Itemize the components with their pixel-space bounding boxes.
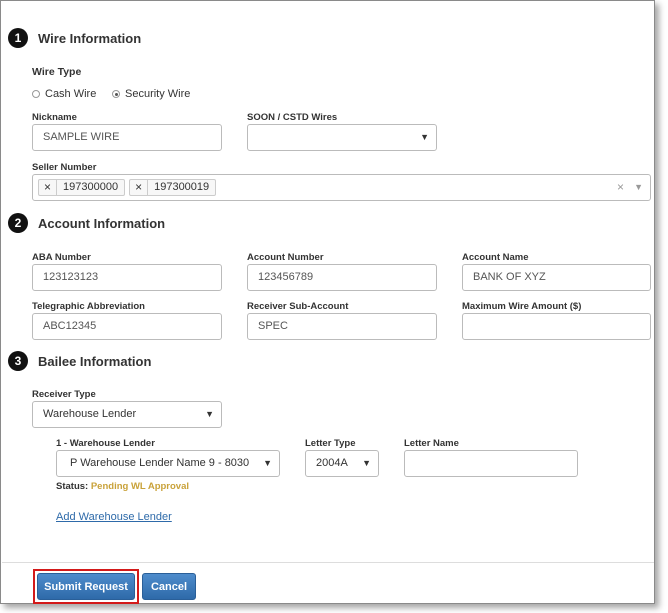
account-number-label: Account Number <box>247 252 324 263</box>
warehouse-lender-select[interactable]: P Warehouse Lender Name 9 - 8030 ▼ <box>56 450 280 477</box>
wire-form-panel: 1 Wire Information Wire Type Cash Wire S… <box>0 0 655 604</box>
clear-all-icon[interactable]: × <box>617 175 624 200</box>
account-number-input[interactable]: 123456789 <box>247 264 437 291</box>
cash-wire-radio-option[interactable]: Cash Wire <box>32 88 96 100</box>
warehouse-lender-value: P Warehouse Lender Name 9 - 8030 <box>70 457 250 469</box>
security-wire-radio[interactable] <box>112 90 120 98</box>
letter-type-label: Letter Type <box>305 438 356 449</box>
receiver-type-value: Warehouse Lender <box>43 408 137 420</box>
footer-divider <box>2 562 654 563</box>
seller-number-tag-text: 197300019 <box>154 181 210 193</box>
cash-wire-radio[interactable] <box>32 90 40 98</box>
receiver-type-label: Receiver Type <box>32 389 96 400</box>
wire-type-label: Wire Type <box>32 66 82 78</box>
letter-name-label: Letter Name <box>404 438 459 449</box>
chevron-down-icon: ▼ <box>362 458 371 468</box>
telegraphic-abbreviation-input[interactable]: ABC12345 <box>32 313 222 340</box>
warehouse-lender-label: 1 - Warehouse Lender <box>56 438 155 449</box>
section-2-title: Account Information <box>38 216 166 231</box>
remove-tag-icon[interactable]: × <box>39 180 58 195</box>
cancel-button[interactable]: Cancel <box>142 573 196 600</box>
account-name-label: Account Name <box>462 252 529 263</box>
chevron-down-icon: ▼ <box>263 458 272 468</box>
add-warehouse-lender-link[interactable]: Add Warehouse Lender <box>56 511 172 523</box>
letter-type-select[interactable]: 2004A ▼ <box>305 450 379 477</box>
status-line: Status: Pending WL Approval <box>56 481 189 492</box>
receiver-sub-account-label: Receiver Sub-Account <box>247 301 349 312</box>
security-wire-label: Security Wire <box>125 88 191 100</box>
nickname-label: Nickname <box>32 112 77 123</box>
seller-number-multiselect[interactable]: × 197300000 × 197300019 × ▼ <box>32 174 651 201</box>
remove-tag-icon[interactable]: × <box>130 180 149 195</box>
aba-number-label: ABA Number <box>32 252 91 263</box>
telegraphic-abbreviation-label: Telegraphic Abbreviation <box>32 301 145 312</box>
cash-wire-label: Cash Wire <box>45 88 97 100</box>
seller-number-tag-text: 197300000 <box>63 181 119 193</box>
receiver-sub-account-input[interactable]: SPEC <box>247 313 437 340</box>
seller-number-tag: × 197300000 <box>38 179 126 196</box>
max-wire-amount-label: Maximum Wire Amount ($) <box>462 301 582 312</box>
section-1-number: 1 <box>8 28 28 48</box>
section-3-number: 3 <box>8 351 28 371</box>
security-wire-radio-option[interactable]: Security Wire <box>112 88 190 100</box>
section-2-number: 2 <box>8 213 28 233</box>
status-badge: Pending WL Approval <box>90 481 190 492</box>
soon-cstd-select[interactable]: ▼ <box>247 124 437 151</box>
chevron-down-icon[interactable]: ▼ <box>634 175 643 200</box>
chevron-down-icon: ▼ <box>205 409 214 419</box>
section-1-title: Wire Information <box>38 31 142 46</box>
receiver-type-select[interactable]: Warehouse Lender ▼ <box>32 401 222 428</box>
section-3-title: Bailee Information <box>38 354 152 369</box>
letter-type-value: 2004A <box>316 457 348 469</box>
seller-number-tag: × 197300019 <box>129 179 217 196</box>
account-name-input[interactable]: BANK OF XYZ <box>462 264 651 291</box>
chevron-down-icon: ▼ <box>420 132 429 142</box>
max-wire-amount-input[interactable] <box>462 313 651 340</box>
soon-cstd-label: SOON / CSTD Wires <box>247 112 338 123</box>
aba-number-input[interactable]: 123123123 <box>32 264 222 291</box>
seller-number-label: Seller Number <box>32 162 97 173</box>
nickname-input[interactable]: SAMPLE WIRE <box>32 124 222 151</box>
letter-name-input[interactable] <box>404 450 578 477</box>
submit-request-button[interactable]: Submit Request <box>37 573 135 600</box>
status-label: Status: <box>56 481 89 492</box>
